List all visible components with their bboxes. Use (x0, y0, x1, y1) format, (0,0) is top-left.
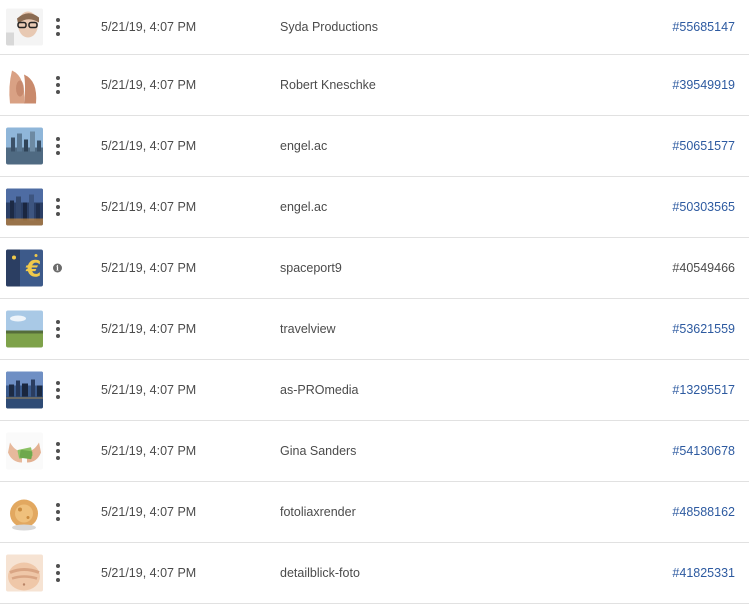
thumbnail-image[interactable] (6, 371, 43, 409)
thumbnail-image[interactable] (6, 127, 43, 165)
row-author: engel.ac (280, 139, 328, 153)
list-item[interactable]: 5/21/19, 4:07 PM engel.ac #50303565 (0, 177, 749, 238)
asset-id: #40549466 (672, 261, 735, 275)
row-date: 5/21/19, 4:07 PM (101, 505, 197, 519)
thumbnail-image[interactable] (6, 188, 43, 226)
list-item[interactable]: € i 5/21/19, 4:07 PM spaceport9 #4054946… (0, 238, 749, 299)
row-date: 5/21/19, 4:07 PM (101, 444, 197, 458)
row-author: as-PROmedia (280, 383, 359, 397)
list-item[interactable]: 5/21/19, 4:07 PM as-PROmedia #13295517 (0, 360, 749, 421)
thumbnail-image[interactable] (6, 554, 43, 592)
row-date: 5/21/19, 4:07 PM (101, 139, 197, 153)
more-vertical-icon[interactable] (52, 76, 64, 94)
row-date: 5/21/19, 4:07 PM (101, 20, 197, 34)
thumbnail-image[interactable]: € (6, 249, 43, 287)
info-icon[interactable]: i (53, 263, 62, 273)
list-item[interactable]: 5/21/19, 4:07 PM detailblick-foto #41825… (0, 543, 749, 604)
asset-id-link[interactable]: #50303565 (672, 200, 735, 214)
row-author: engel.ac (280, 200, 328, 214)
thumbnail-image[interactable] (6, 493, 43, 531)
row-author: Syda Productions (280, 20, 378, 34)
more-vertical-icon[interactable] (52, 137, 64, 155)
list-item[interactable]: 5/21/19, 4:07 PM fotoliaxrender #4858816… (0, 482, 749, 543)
asset-id-link[interactable]: #48588162 (672, 505, 735, 519)
more-vertical-icon[interactable] (52, 198, 64, 216)
asset-list: 5/21/19, 4:07 PM Syda Productions #55685… (0, 0, 749, 604)
asset-id-link[interactable]: #53621559 (672, 322, 735, 336)
list-item[interactable]: 5/21/19, 4:07 PM Syda Productions #55685… (0, 0, 749, 55)
asset-id-link[interactable]: #13295517 (672, 383, 735, 397)
row-date: 5/21/19, 4:07 PM (101, 383, 197, 397)
asset-id-link[interactable]: #41825331 (672, 566, 735, 580)
asset-id-link[interactable]: #39549919 (672, 78, 735, 92)
thumbnail-image[interactable] (6, 432, 43, 470)
list-item[interactable]: 5/21/19, 4:07 PM Gina Sanders #54130678 (0, 421, 749, 482)
thumbnail-image[interactable] (6, 310, 43, 348)
row-author: spaceport9 (280, 261, 342, 275)
svg-text:€: € (25, 258, 41, 283)
row-date: 5/21/19, 4:07 PM (101, 566, 197, 580)
more-vertical-icon[interactable] (52, 503, 64, 521)
more-vertical-icon[interactable] (52, 18, 64, 36)
row-date: 5/21/19, 4:07 PM (101, 322, 197, 336)
more-vertical-icon[interactable] (52, 564, 64, 582)
row-date: 5/21/19, 4:07 PM (101, 200, 197, 214)
list-item[interactable]: 5/21/19, 4:07 PM engel.ac #50651577 (0, 116, 749, 177)
more-vertical-icon[interactable] (52, 320, 64, 338)
row-author: Gina Sanders (280, 444, 357, 458)
more-vertical-icon[interactable] (52, 381, 64, 399)
thumbnail-image[interactable] (6, 66, 43, 104)
list-item[interactable]: 5/21/19, 4:07 PM travelview #53621559 (0, 299, 749, 360)
row-date: 5/21/19, 4:07 PM (101, 78, 197, 92)
row-author: fotoliaxrender (280, 505, 356, 519)
more-vertical-icon[interactable] (52, 442, 64, 460)
asset-id-link[interactable]: #50651577 (672, 139, 735, 153)
row-author: Robert Kneschke (280, 78, 376, 92)
row-author: detailblick-foto (280, 566, 360, 580)
asset-id-link[interactable]: #55685147 (672, 20, 735, 34)
thumbnail-image[interactable] (6, 8, 43, 46)
row-date: 5/21/19, 4:07 PM (101, 261, 197, 275)
list-item[interactable]: 5/21/19, 4:07 PM Robert Kneschke #395499… (0, 55, 749, 116)
row-author: travelview (280, 322, 336, 336)
asset-id-link[interactable]: #54130678 (672, 444, 735, 458)
